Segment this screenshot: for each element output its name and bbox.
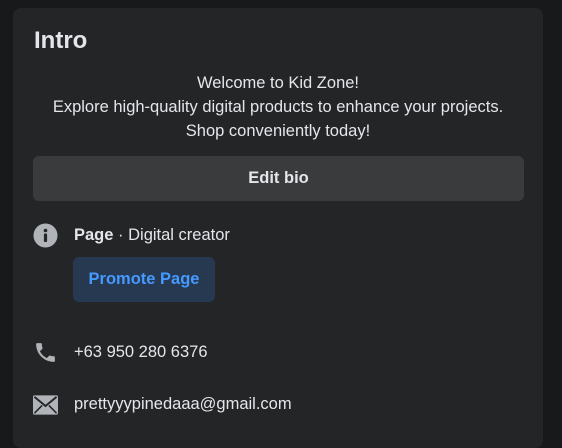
bio-line: Shop conveniently today! bbox=[185, 122, 371, 140]
email-row: prettyyypinedaaa@gmail.com bbox=[33, 392, 292, 417]
intro-card: Intro Welcome to Kid Zone! Explore high-… bbox=[13, 8, 543, 448]
bio-line: Explore high-quality digital products to… bbox=[52, 98, 504, 116]
phone-icon bbox=[33, 340, 58, 365]
edit-bio-button[interactable]: Edit bio bbox=[33, 156, 524, 201]
page-label: Page bbox=[74, 226, 114, 244]
phone-number[interactable]: +63 950 280 6376 bbox=[74, 343, 208, 362]
bio-line: Welcome to Kid Zone! bbox=[196, 74, 360, 92]
page-type-text: Page · Digital creator bbox=[74, 226, 230, 245]
bio-text: Welcome to Kid Zone! Explore high-qualit… bbox=[13, 71, 543, 143]
separator: · bbox=[113, 226, 129, 244]
email-icon bbox=[33, 392, 58, 417]
phone-row: +63 950 280 6376 bbox=[33, 340, 208, 365]
page-category: Digital creator bbox=[128, 226, 230, 244]
promote-page-button[interactable]: Promote Page bbox=[73, 257, 215, 302]
page-type-row: Page · Digital creator bbox=[33, 223, 230, 248]
info-icon bbox=[33, 223, 58, 248]
email-address[interactable]: prettyyypinedaaa@gmail.com bbox=[74, 395, 292, 414]
intro-title: Intro bbox=[34, 27, 88, 54]
